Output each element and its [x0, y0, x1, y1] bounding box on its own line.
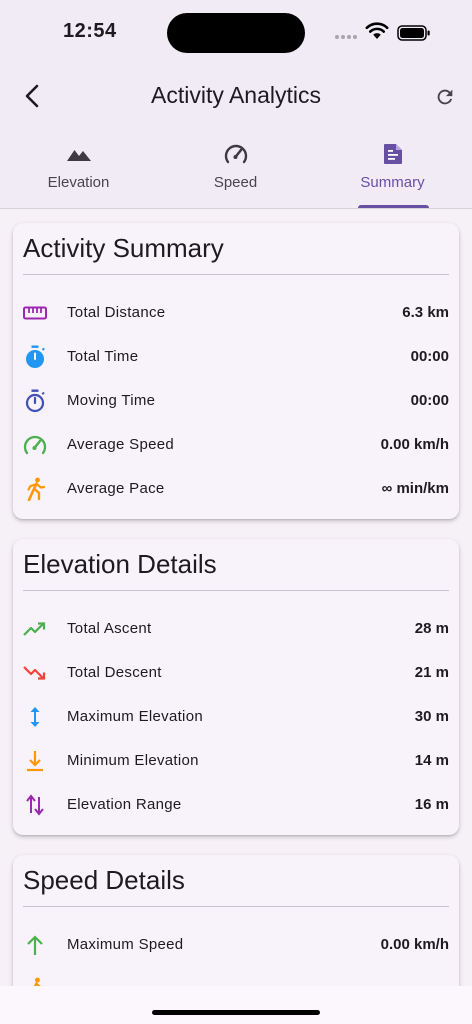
- stat-value: 28 m: [414, 620, 449, 637]
- activity-summary-card: Activity Summary Total Distance 6.3 km T…: [13, 223, 459, 519]
- stat-row-total-ascent: Total Ascent 28 m: [23, 607, 449, 651]
- stat-label: Average Pace: [67, 480, 165, 497]
- terrain-icon: [66, 150, 91, 161]
- stat-row-average-speed: Average Speed 0.00 km/h: [23, 423, 449, 467]
- tab-label: Elevation: [47, 174, 110, 191]
- speedometer-icon: [23, 435, 47, 455]
- tab-label: Summary: [360, 174, 425, 191]
- page-title: Activity Analytics: [151, 82, 321, 108]
- app-bar: Activity Analytics: [0, 64, 472, 128]
- stat-row-average-pace: Average Pace ∞ min/km: [23, 467, 449, 511]
- summary-document-icon: [383, 144, 402, 164]
- stat-label: Total Time: [67, 348, 139, 365]
- stat-value: 00:00: [410, 348, 449, 365]
- stat-value: ∞ min/km: [381, 480, 449, 497]
- stat-label: Minimum Elevation: [67, 752, 199, 769]
- cellular-signal-icon: [335, 34, 359, 40]
- status-time: 12:54: [63, 20, 117, 42]
- stat-value: 0.00 km/h: [380, 436, 449, 453]
- tab-speed[interactable]: Speed: [157, 128, 314, 208]
- elevation-details-card: Elevation Details Total Ascent 28 m Tota…: [13, 539, 459, 835]
- card-title: Speed Details: [23, 865, 185, 895]
- battery-icon: [397, 25, 430, 41]
- stat-value: 6.3 km: [402, 304, 449, 321]
- card-title: Activity Summary: [23, 233, 224, 263]
- stat-label: Total Descent: [67, 664, 162, 681]
- timer-icon: [26, 345, 45, 368]
- stat-row-total-time: Total Time 00:00: [23, 335, 449, 379]
- tab-label: Speed: [213, 174, 258, 191]
- status-bar: 12:54: [0, 0, 472, 64]
- stat-value: 30 m: [414, 708, 449, 725]
- card-title: Elevation Details: [23, 549, 217, 579]
- refresh-button[interactable]: [430, 82, 460, 112]
- dynamic-island: [167, 13, 305, 53]
- wifi-icon: [365, 22, 389, 39]
- stat-label: Total Ascent: [67, 620, 152, 637]
- stat-row-moving-time: Moving Time 00:00: [23, 379, 449, 423]
- speed-details-card: Speed Details Maximum Speed 0.00 km/h: [13, 855, 459, 986]
- arrow-up-icon: [27, 935, 43, 955]
- ruler-icon: [23, 306, 47, 320]
- stat-label: Elevation Range: [67, 796, 182, 813]
- summary-content[interactable]: Activity Summary Total Distance 6.3 km T…: [0, 209, 472, 986]
- stat-row-maximum-elevation: Maximum Elevation 30 m: [23, 695, 449, 739]
- stat-label: Average Speed: [67, 436, 175, 453]
- timer-outline-icon: [25, 389, 45, 413]
- stat-label: Total Distance: [67, 304, 166, 321]
- arrow-down-to-line-icon: [27, 751, 43, 772]
- tab-elevation[interactable]: Elevation: [0, 128, 157, 208]
- stat-value: 21 m: [414, 664, 449, 681]
- stat-row-elevation-range: Elevation Range 16 m: [23, 783, 449, 827]
- stat-row-partially-visible: [23, 967, 449, 986]
- stat-label: Maximum Speed: [67, 936, 184, 953]
- stat-value: 16 m: [414, 796, 449, 813]
- trending-up-icon: [23, 622, 46, 636]
- stat-label: Maximum Elevation: [67, 708, 203, 725]
- stat-row-maximum-speed: Maximum Speed 0.00 km/h: [23, 923, 449, 967]
- stat-row-total-descent: Total Descent 21 m: [23, 651, 449, 695]
- stat-value: 14 m: [414, 752, 449, 769]
- swap-vertical-icon: [26, 794, 44, 816]
- active-tab-indicator: [358, 205, 429, 208]
- speedometer-icon: [224, 144, 247, 164]
- divider: [23, 274, 449, 275]
- stat-value: 0.00 km/h: [380, 936, 449, 953]
- stat-label: Moving Time: [67, 392, 156, 409]
- stat-row-total-distance: Total Distance 6.3 km: [23, 291, 449, 335]
- tab-summary[interactable]: Summary: [314, 128, 471, 208]
- stat-row-minimum-elevation: Minimum Elevation 14 m: [23, 739, 449, 783]
- home-indicator[interactable]: [152, 1010, 320, 1015]
- tab-bar: Elevation Speed Summary: [0, 128, 472, 209]
- height-arrows-icon: [30, 707, 40, 727]
- trending-down-icon: [23, 666, 46, 680]
- bottom-safe-area: [0, 986, 472, 1024]
- refresh-icon: [437, 89, 453, 105]
- running-person-icon: [27, 477, 46, 501]
- divider: [23, 906, 449, 907]
- running-person-icon: [33, 977, 45, 986]
- divider: [23, 590, 449, 591]
- stat-value: 00:00: [410, 392, 449, 409]
